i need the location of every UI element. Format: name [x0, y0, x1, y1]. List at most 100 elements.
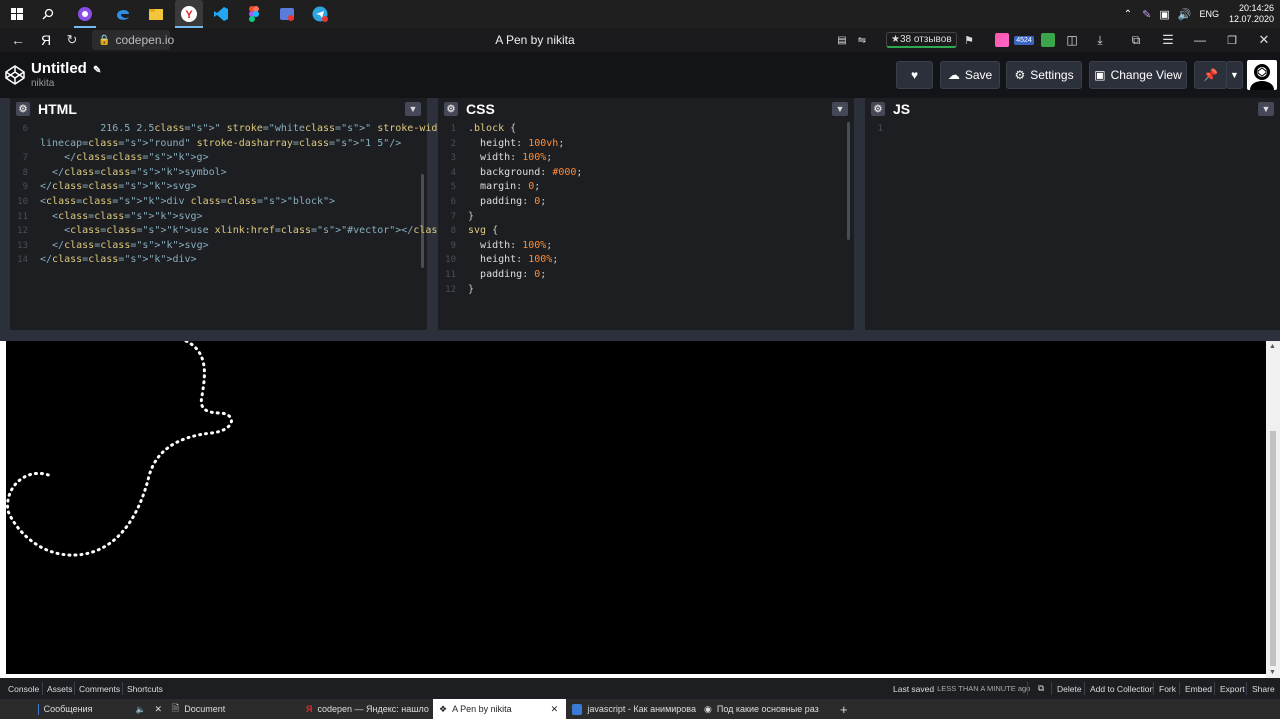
- back-icon[interactable]: ←: [8, 28, 28, 52]
- pen-author[interactable]: nikita: [31, 78, 54, 89]
- close-icon[interactable]: ✕: [1256, 28, 1272, 52]
- browser-logo[interactable]: Я: [36, 28, 56, 52]
- codepen-logo-icon[interactable]: [5, 65, 25, 85]
- settings-label: Settings: [1030, 68, 1074, 82]
- language-indicator[interactable]: ENG: [1199, 9, 1219, 19]
- volume-icon[interactable]: 🔊: [1178, 8, 1192, 21]
- task-label: A Pen by nikita: [452, 704, 512, 714]
- shortcuts-button[interactable]: Shortcuts: [123, 681, 167, 696]
- task-pen-by-nikita[interactable]: ❖ A Pen by nikita ✕: [433, 699, 566, 719]
- download-icon[interactable]: ⤓: [1092, 28, 1108, 52]
- css-code-editor[interactable]: 1 .block {2 height: 100vh; 3 width: 100%; 4…: [438, 122, 854, 330]
- menu-icon[interactable]: ☰: [1160, 28, 1176, 52]
- network-icon[interactable]: ▣: [1159, 8, 1169, 21]
- line-number: 11: [445, 270, 456, 280]
- pen-title-text: Untitled: [31, 60, 87, 77]
- close-icon[interactable]: ✕: [551, 704, 559, 715]
- task-other[interactable]: ◉ Под какие основные раз: [698, 699, 830, 719]
- gear-icon[interactable]: ⚙: [16, 102, 30, 116]
- save-button[interactable]: ☁ Save: [940, 61, 1000, 89]
- code-text: background: #000;: [480, 166, 583, 178]
- reader-icon[interactable]: ▤: [835, 28, 849, 52]
- scrollbar[interactable]: [847, 122, 850, 240]
- assets-button[interactable]: Assets: [43, 681, 77, 696]
- line-number: 7: [450, 211, 456, 222]
- start-icon[interactable]: [6, 3, 28, 25]
- telegram-icon[interactable]: [309, 3, 331, 25]
- pin-button[interactable]: 📌: [1194, 61, 1227, 89]
- maximize-icon[interactable]: ❐: [1224, 28, 1240, 52]
- task-document[interactable]: 🗎 Document: [166, 699, 300, 719]
- extension-icon-2[interactable]: [1040, 28, 1056, 52]
- gear-icon[interactable]: ⚙: [444, 102, 458, 116]
- reload-icon[interactable]: ↻: [62, 28, 82, 52]
- js-code-editor[interactable]: 1: [865, 122, 1280, 330]
- extension-badge[interactable]: 4524: [1014, 28, 1034, 52]
- preview-frame[interactable]: ▲ ▼: [0, 339, 1280, 678]
- mute-icon[interactable]: 🔈: [135, 705, 145, 714]
- page-icon: ◉: [704, 703, 712, 714]
- change-view-button[interactable]: ▣ Change View: [1089, 61, 1187, 89]
- share-button[interactable]: Share: [1248, 681, 1279, 696]
- explorer-icon[interactable]: [145, 3, 167, 25]
- comments-button[interactable]: Comments: [75, 681, 124, 696]
- edit-pencil-icon[interactable]: ✎: [93, 65, 101, 76]
- scroll-down-icon[interactable]: ▼: [1269, 669, 1276, 676]
- bookmark-icon[interactable]: ⚑: [962, 28, 976, 52]
- close-icon[interactable]: ✕: [154, 704, 162, 715]
- code-text: </class=class="s">"k">div>: [40, 254, 197, 266]
- html-code-editor[interactable]: 6 216.5 2.5class="s">" stroke="whiteclas…: [10, 122, 558, 330]
- yandex-browser-icon[interactable]: Y: [175, 0, 203, 28]
- translate-icon[interactable]: ⇋: [855, 28, 869, 52]
- delete-button[interactable]: Delete: [1053, 681, 1086, 696]
- minimize-icon[interactable]: —: [1192, 28, 1208, 52]
- task-label: Под какие основные раз: [716, 704, 819, 714]
- gear-icon[interactable]: ⚙: [871, 102, 885, 116]
- heart-icon: ♥: [910, 68, 919, 82]
- photos-icon[interactable]: [276, 3, 298, 25]
- embed-button[interactable]: Embed: [1181, 681, 1216, 696]
- scroll-up-icon[interactable]: ▲: [1269, 343, 1276, 350]
- like-button[interactable]: ♥: [896, 61, 933, 89]
- new-tab-button[interactable]: +: [834, 699, 854, 719]
- scroll-thumb[interactable]: [1270, 431, 1276, 666]
- scrollbar[interactable]: [421, 174, 424, 268]
- task-messages[interactable]: Сообщения 🔈 ✕: [32, 699, 162, 719]
- edge-icon[interactable]: [112, 3, 134, 25]
- preview-scrollbar[interactable]: ▲ ▼: [1266, 341, 1280, 678]
- task-javascript-question[interactable]: javascript - Как анимирова: [566, 699, 696, 719]
- chevron-down-icon[interactable]: ▼: [405, 102, 421, 116]
- chevron-down-icon[interactable]: ▼: [832, 102, 848, 116]
- vscode-icon[interactable]: [210, 3, 232, 25]
- settings-button[interactable]: ⚙ Settings: [1006, 61, 1082, 89]
- console-button[interactable]: Console: [4, 681, 43, 696]
- chevron-up-icon[interactable]: ⌃: [1124, 9, 1132, 20]
- code-text: </class=class="s">"k">g>: [40, 152, 209, 164]
- figma-icon[interactable]: [243, 3, 265, 25]
- alice-icon[interactable]: [74, 3, 96, 25]
- pen-title[interactable]: Untitled ✎: [31, 60, 101, 77]
- fork-button[interactable]: Fork: [1155, 681, 1180, 696]
- collections-icon[interactable]: ◫: [1064, 28, 1080, 52]
- export-button[interactable]: Export: [1216, 681, 1249, 696]
- add-to-collection-button[interactable]: Add to Collection: [1086, 681, 1158, 696]
- pin-tabs-icon[interactable]: ⧉: [1128, 28, 1144, 52]
- avatar[interactable]: [1247, 60, 1277, 90]
- address-bar[interactable]: 🔒 codepen.io: [92, 30, 174, 50]
- chevron-down-icon[interactable]: ▼: [1258, 102, 1274, 116]
- search-icon[interactable]: [37, 3, 59, 25]
- reviews-badge[interactable]: ★38 отзывов: [886, 32, 957, 48]
- css-panel-title: CSS: [466, 101, 495, 117]
- task-label: Сообщения: [43, 704, 93, 714]
- html-panel-header: ⚙ HTML ▼: [10, 98, 427, 120]
- extension-icon-1[interactable]: [994, 28, 1010, 52]
- system-tray: ⌃ ✎ ▣ 🔊 ENG 20:14:26 12.07.2020: [1124, 0, 1280, 28]
- clock[interactable]: 20:14:26 12.07.2020: [1229, 3, 1280, 25]
- pin-menu-button[interactable]: ▼: [1226, 61, 1243, 89]
- js-editor-panel: ⚙ JS ▼ 1: [865, 98, 1280, 330]
- pen-icon[interactable]: ✎: [1142, 8, 1151, 21]
- code-text: height: 100%;: [480, 254, 559, 266]
- task-codepen-search[interactable]: Я codepen — Яндекс: нашло: [300, 699, 430, 719]
- line-number: 8: [22, 167, 28, 178]
- open-external-icon[interactable]: ⧉: [1034, 681, 1048, 696]
